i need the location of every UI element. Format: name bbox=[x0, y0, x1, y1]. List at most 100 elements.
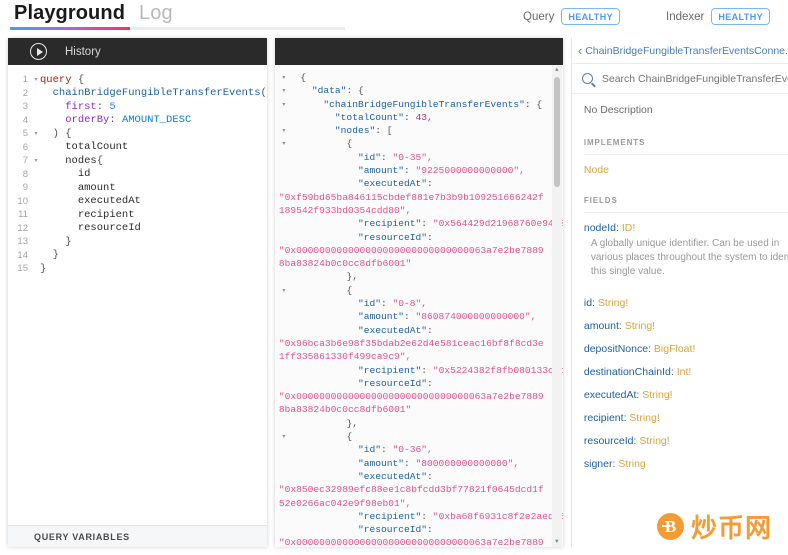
line-number: 1 bbox=[22, 74, 28, 86]
docs-field-depositNonce: depositNonce: BigFloat! bbox=[584, 343, 788, 355]
line-number: 5 bbox=[22, 128, 28, 140]
fold-caret-icon[interactable]: ▾ bbox=[279, 71, 289, 84]
status-indexer-badge[interactable]: HEALTHY bbox=[711, 8, 770, 25]
code-token: totalCount bbox=[65, 141, 129, 154]
line-number: 2 bbox=[22, 87, 28, 99]
json-token: "executedAt" bbox=[357, 324, 428, 336]
query-variables-toggle[interactable]: QUERY VARIABLES bbox=[8, 525, 267, 547]
json-token: 43, bbox=[415, 111, 433, 123]
docs-field-type[interactable]: String! bbox=[625, 320, 655, 332]
json-token: }, bbox=[346, 271, 358, 283]
docs-implements-node[interactable]: Node bbox=[584, 164, 788, 176]
fold-caret-icon[interactable]: ▾ bbox=[279, 84, 289, 97]
json-line: "executedAt": bbox=[279, 470, 549, 483]
docs-field-name[interactable]: executedAt bbox=[584, 389, 637, 401]
code-token: } bbox=[40, 262, 47, 275]
docs-fields-block: FIELDS nodeId: ID! A globally unique iden… bbox=[583, 196, 788, 470]
fold-caret-icon[interactable]: ▾ bbox=[279, 284, 289, 297]
docs-field-name[interactable]: recipient bbox=[584, 412, 624, 424]
line-number: 6 bbox=[22, 141, 28, 153]
fold-caret-icon[interactable]: ▾ bbox=[32, 130, 40, 137]
play-circle-icon[interactable] bbox=[30, 43, 47, 60]
docs-description: No Description bbox=[583, 104, 653, 116]
code-token: } bbox=[40, 235, 72, 248]
code-line: 6 totalCount bbox=[8, 141, 267, 155]
docs-field-type[interactable]: ID! bbox=[622, 222, 635, 234]
fold-caret-icon[interactable]: ▾ bbox=[32, 76, 40, 83]
scroll-up-icon[interactable]: ▲ bbox=[554, 67, 560, 73]
response-scroll-thumb[interactable] bbox=[553, 77, 560, 187]
json-token: : bbox=[427, 324, 433, 336]
json-token: "800000000000000", bbox=[415, 457, 520, 469]
response-panel: ▾ {▾ "data": {▾ "chainBridgeFungibleTran… bbox=[274, 38, 563, 547]
json-value-wrapped: "0x96bca3b6e98f35bdab2e62d4e581ceac16bf8… bbox=[278, 337, 544, 363]
fold-caret-icon[interactable]: ▾ bbox=[279, 430, 289, 443]
docs-field-name[interactable]: signer bbox=[584, 458, 613, 470]
json-token: : bbox=[427, 470, 433, 482]
docs-field-name[interactable]: amount bbox=[584, 320, 619, 332]
line-number: 11 bbox=[18, 209, 28, 221]
docs-field-type[interactable]: String! bbox=[639, 435, 669, 447]
docs-field-type[interactable]: String bbox=[618, 458, 645, 470]
fold-caret-icon[interactable]: ▾ bbox=[279, 124, 289, 137]
json-token: "totalCount" bbox=[334, 111, 405, 123]
docs-field-name[interactable]: destinationChainId bbox=[584, 366, 671, 378]
fold-caret-icon[interactable]: ▾ bbox=[32, 157, 40, 164]
code-token: ( bbox=[260, 87, 267, 100]
json-token: { bbox=[346, 431, 353, 443]
scroll-down-icon[interactable]: ▼ bbox=[554, 539, 560, 545]
docs-field-type[interactable]: Int! bbox=[677, 366, 692, 378]
code-line: 3 first: 5 bbox=[8, 100, 267, 114]
docs-field-type[interactable]: BigFloat! bbox=[654, 343, 695, 355]
docs-field-description: A globally unique identifier. Can be use… bbox=[590, 238, 788, 277]
search-icon bbox=[581, 73, 593, 84]
docs-field-type[interactable]: String! bbox=[598, 297, 628, 309]
docs-field-name[interactable]: resourceId bbox=[584, 435, 634, 447]
query-editor-panel: History 1 ▾ query {2 chainBridgeFungibleTr… bbox=[8, 38, 267, 547]
code-line: 1 ▾ query { bbox=[8, 73, 267, 87]
response-scrollbar[interactable]: ▲ ▼ bbox=[551, 65, 562, 547]
history-button[interactable]: History bbox=[65, 46, 101, 58]
json-line: "amount": "800000000000000", bbox=[279, 457, 549, 470]
line-number: 3 bbox=[22, 101, 28, 113]
docs-field-name[interactable]: id bbox=[584, 297, 592, 309]
docs-field-type[interactable]: String! bbox=[642, 389, 672, 401]
docs-search-row[interactable] bbox=[571, 64, 788, 94]
json-token: : bbox=[380, 151, 393, 163]
code-token: amount bbox=[77, 181, 116, 194]
docs-field-type[interactable]: String! bbox=[629, 412, 659, 424]
query-editor-code[interactable]: 1 ▾ query {2 chainBridgeFungibleTransferEv… bbox=[8, 65, 267, 525]
json-token: "resourceId" bbox=[357, 524, 428, 536]
docs-field-name[interactable]: depositNonce bbox=[584, 343, 648, 355]
json-token: "id" bbox=[357, 298, 381, 310]
code-token: recipient bbox=[77, 208, 135, 221]
json-token: : { bbox=[524, 98, 543, 110]
chevron-left-icon[interactable]: ‹ bbox=[578, 44, 582, 57]
docs-title[interactable]: ChainBridgeFungibleTransferEventsConne..… bbox=[585, 45, 788, 57]
fold-caret-icon[interactable]: ▾ bbox=[279, 98, 289, 111]
json-token: "amount" bbox=[357, 457, 405, 469]
json-token: "recipient" bbox=[357, 510, 422, 522]
code-token: 5 bbox=[109, 100, 116, 113]
docs-search-input[interactable] bbox=[599, 71, 788, 86]
fold-caret-icon[interactable]: ▾ bbox=[279, 137, 289, 150]
json-token: "0x564429d21968760e94f0dd3779dcf80a7f018… bbox=[432, 218, 563, 230]
json-line: "recipient": "0xba68f6931c8f2e2aeda537f7… bbox=[279, 510, 563, 523]
response-json[interactable]: ▾ {▾ "data": {▾ "chainBridgeFungibleTran… bbox=[274, 65, 563, 547]
json-token: : bbox=[421, 510, 433, 522]
code-line: 5 ▾ ) { bbox=[8, 127, 267, 141]
status-query-badge[interactable]: HEALTHY bbox=[561, 8, 620, 25]
json-token: : bbox=[404, 457, 416, 469]
line-number: 12 bbox=[17, 222, 28, 234]
docs-field-executedAt: executedAt: String! bbox=[584, 389, 788, 401]
docs-field-name[interactable]: nodeId bbox=[584, 222, 616, 234]
